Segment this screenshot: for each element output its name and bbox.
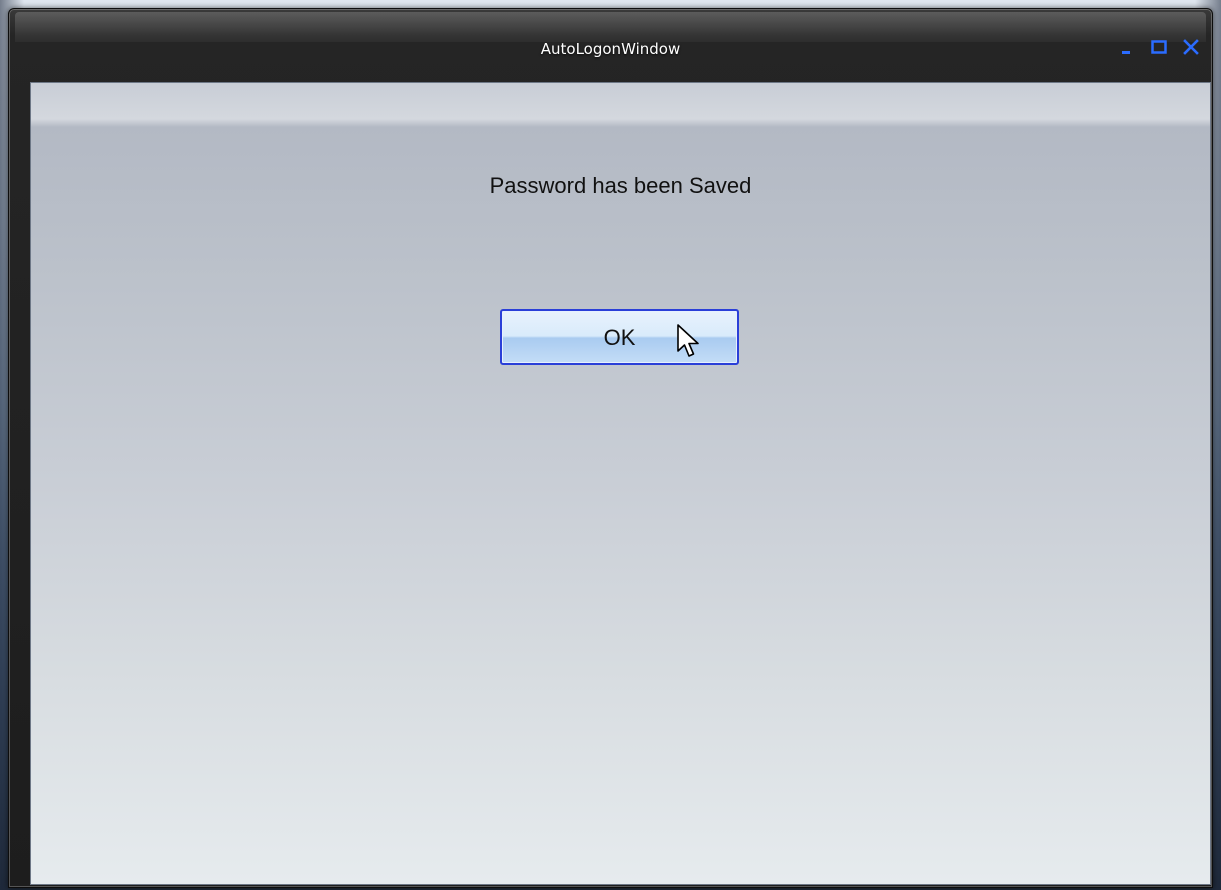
maximize-icon[interactable] bbox=[1150, 38, 1168, 56]
dialog-content: Password has been Saved OK bbox=[30, 82, 1211, 885]
ok-button[interactable]: OK bbox=[500, 309, 739, 365]
mouse-pointer-icon bbox=[676, 323, 702, 359]
window-title: AutoLogonWindow bbox=[540, 40, 681, 58]
title-bar[interactable]: AutoLogonWindow bbox=[9, 9, 1212, 77]
close-icon[interactable] bbox=[1182, 38, 1200, 56]
minimize-icon[interactable] bbox=[1118, 38, 1136, 56]
status-message: Password has been Saved bbox=[489, 173, 752, 198]
window-controls bbox=[1118, 37, 1200, 57]
title-bar-highlight bbox=[15, 12, 1206, 42]
autologon-window: AutoLogonWindow Password has been Saved … bbox=[8, 8, 1213, 888]
